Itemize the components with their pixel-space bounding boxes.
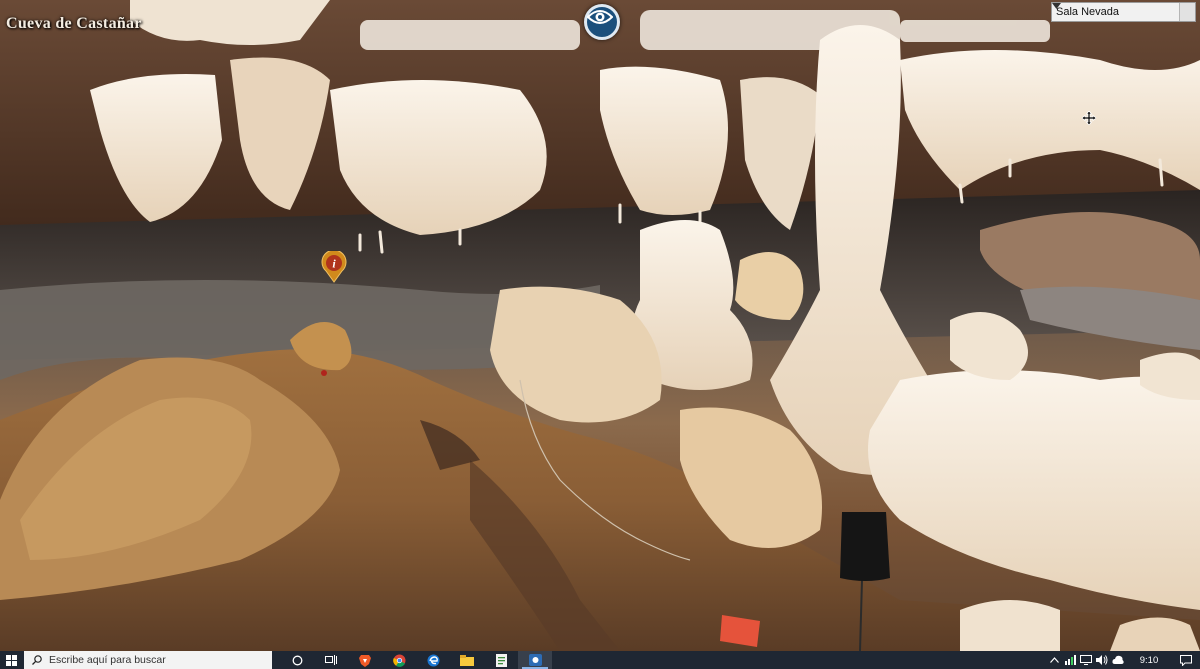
volume-icon[interactable] (1094, 651, 1110, 669)
active-app-button[interactable] (518, 651, 552, 669)
brave-icon (359, 654, 371, 667)
file-explorer-button[interactable] (450, 651, 484, 669)
start-button[interactable] (0, 651, 22, 669)
app-icon (528, 654, 542, 666)
search-icon (292, 655, 302, 665)
file-explorer-icon (460, 654, 474, 666)
edge-browser-button[interactable] (416, 651, 450, 669)
task-view-icon (325, 655, 337, 665)
eye-icon (587, 10, 613, 24)
network-icon[interactable] (1062, 651, 1078, 669)
scene-selector-dropdown[interactable]: Sala Nevada (1051, 2, 1196, 22)
info-icon: i (321, 251, 347, 283)
taskbar-clock[interactable]: 9:10 (1126, 655, 1172, 666)
view-toggle-button[interactable] (584, 4, 620, 40)
windows-logo-icon (5, 654, 17, 666)
cave-panorama-image (0, 0, 1200, 651)
panorama-title: Cueva de Castañar (6, 15, 142, 32)
chevron-down-icon (1052, 3, 1195, 21)
document-viewer-button[interactable] (484, 651, 518, 669)
scene-selector-value: Sala Nevada (1056, 6, 1119, 18)
move-cursor-icon (1082, 111, 1096, 125)
windows-taskbar: Escribe aquí para buscar 9:10 (0, 651, 1200, 669)
taskbar-search-box[interactable]: Escribe aquí para buscar (24, 651, 272, 669)
search-icon (32, 655, 42, 665)
panorama-viewer[interactable]: Cueva de Castañar Sala Nevada i (0, 0, 1200, 651)
chrome-browser-button[interactable] (382, 651, 416, 669)
edge-icon (427, 654, 439, 666)
chevron-up-icon[interactable] (1046, 651, 1062, 669)
document-viewer-icon (495, 653, 507, 667)
brave-browser-button[interactable] (348, 651, 382, 669)
notification-center-button[interactable] (1172, 651, 1200, 669)
info-hotspot[interactable]: i (320, 251, 348, 283)
notification-icon (1180, 654, 1192, 666)
task-view-button[interactable] (314, 651, 348, 669)
chrome-icon (392, 654, 405, 667)
cloud-icon[interactable] (1110, 651, 1126, 669)
taskbar-search-placeholder: Escribe aquí para buscar (49, 654, 166, 666)
taskbar-cortana-button[interactable] (280, 651, 314, 669)
display-icon[interactable] (1078, 651, 1094, 669)
